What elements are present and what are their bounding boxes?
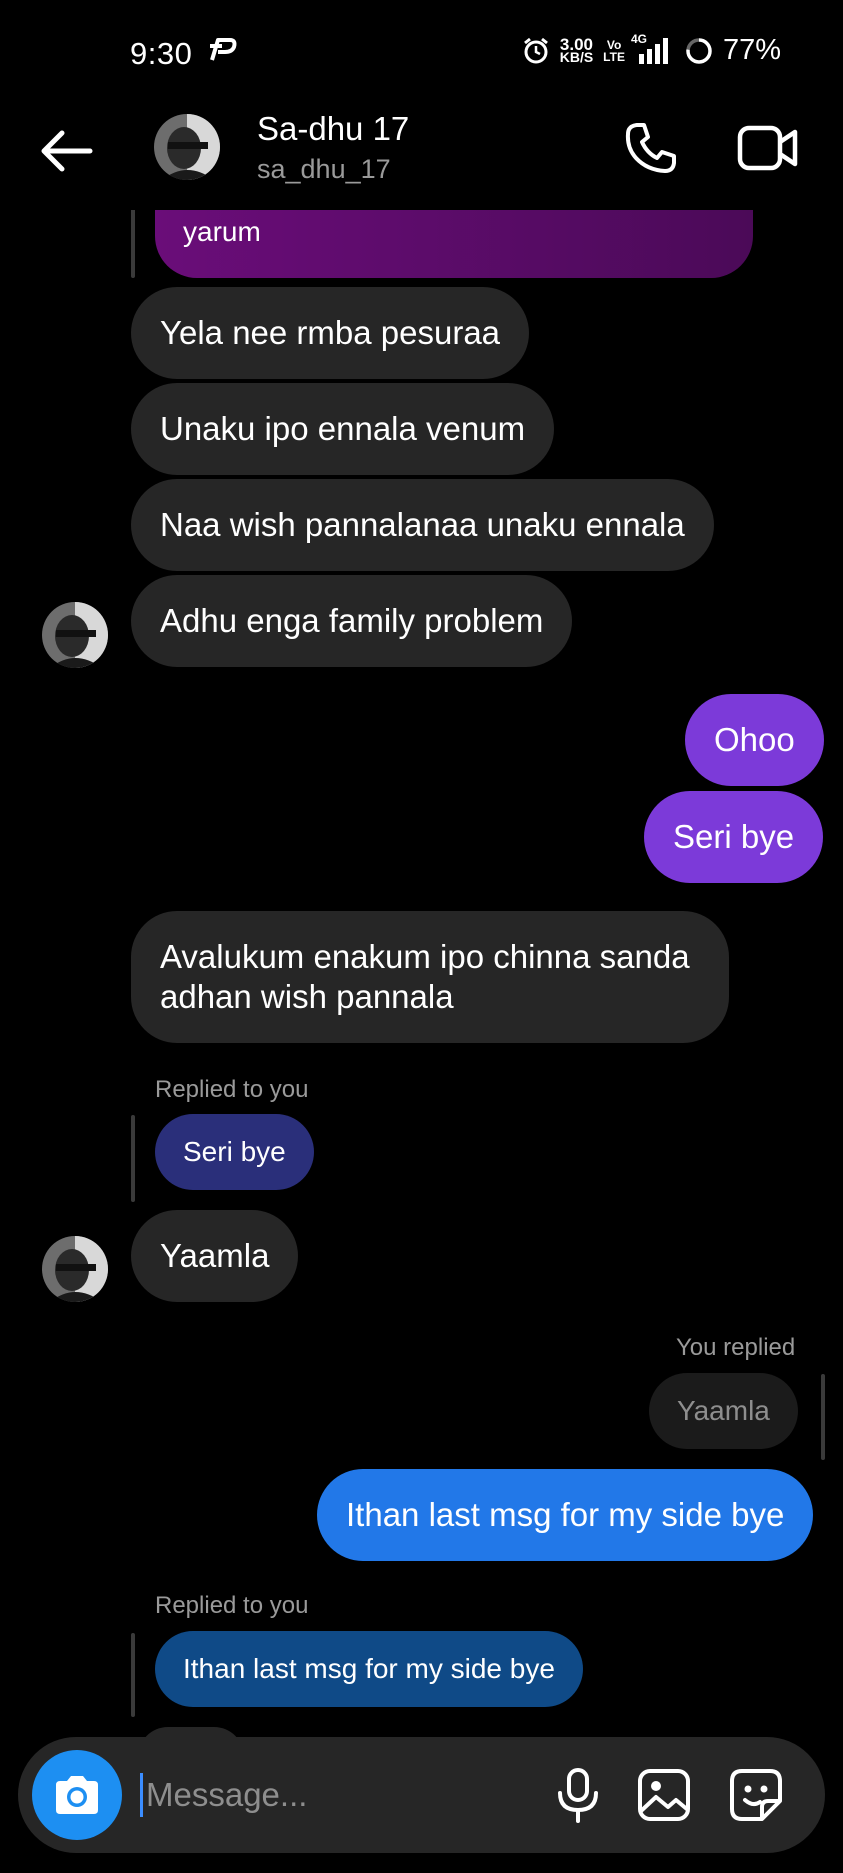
volte-indicator: Vo LTE bbox=[603, 37, 625, 64]
alarm-icon bbox=[523, 37, 548, 63]
microphone-icon[interactable] bbox=[548, 1765, 608, 1825]
status-bar: 9:30 3.00 KB/S Vo LTE 4G 77% bbox=[0, 0, 843, 100]
message-input[interactable] bbox=[146, 1765, 526, 1825]
battery-percent: 77% bbox=[722, 34, 781, 66]
message-line: Avalukum enakum ipo chinna sanda bbox=[160, 938, 690, 975]
camera-icon bbox=[56, 1776, 98, 1814]
quoted-message[interactable]: Ithan last msg for my side bye bbox=[155, 1631, 583, 1707]
sender-avatar[interactable] bbox=[42, 1236, 108, 1302]
reply-context-label: Replied to you bbox=[155, 1076, 309, 1103]
network-type: 4G bbox=[630, 31, 647, 46]
sent-message[interactable]: Ithan last msg for my side bye bbox=[317, 1469, 814, 1561]
quoted-message[interactable]: Seri bye bbox=[155, 1114, 314, 1190]
phone-call-icon[interactable] bbox=[623, 120, 679, 176]
reply-indicator-bar bbox=[821, 1374, 825, 1460]
sent-message[interactable]: Ohoo bbox=[685, 694, 824, 786]
message-line: adhan wish pannala bbox=[160, 978, 454, 1015]
chat-screen: 9:30 3.00 KB/S Vo LTE 4G 77% Sa-dhu 17 s… bbox=[0, 0, 843, 1873]
received-message[interactable]: Naa wish pannalanaa unaku ennala bbox=[131, 479, 714, 571]
contact-name[interactable]: Sa-dhu 17 bbox=[257, 110, 409, 148]
quoted-message[interactable]: Yaamla bbox=[649, 1373, 798, 1449]
reply-indicator-bar bbox=[131, 1633, 135, 1717]
video-call-icon[interactable] bbox=[737, 122, 799, 174]
reply-indicator-bar bbox=[131, 200, 135, 278]
avatar-photo-icon bbox=[154, 114, 220, 180]
message-composer bbox=[18, 1737, 825, 1853]
reply-context-label: Replied to you bbox=[155, 1592, 309, 1619]
sticker-icon[interactable] bbox=[726, 1765, 786, 1825]
contact-username[interactable]: sa_dhu_17 bbox=[257, 154, 391, 185]
avatar-photo-icon bbox=[42, 1236, 108, 1302]
received-message[interactable]: Avalukum enakum ipo chinna sanda adhan w… bbox=[131, 911, 729, 1043]
received-message[interactable]: Yaamla bbox=[131, 1210, 299, 1302]
status-time: 9:30 bbox=[130, 36, 193, 71]
received-message[interactable]: Adhu enga family problem bbox=[131, 575, 573, 667]
status-icons: 3.00 KB/S Vo LTE 4G 77% bbox=[522, 32, 781, 67]
sent-message[interactable]: Seri bye bbox=[644, 791, 824, 883]
chat-header: Sa-dhu 17 sa_dhu_17 bbox=[0, 100, 843, 210]
back-arrow-icon[interactable] bbox=[36, 126, 96, 176]
paytm-notification-icon bbox=[210, 38, 237, 61]
signal-strength: 4G bbox=[631, 32, 675, 66]
camera-button[interactable] bbox=[32, 1750, 122, 1840]
text-cursor bbox=[140, 1773, 143, 1817]
received-message[interactable]: Unaku ipo ennala venum bbox=[131, 383, 555, 475]
contact-avatar[interactable] bbox=[154, 114, 220, 180]
network-speed: 3.00 KB/S bbox=[559, 34, 594, 65]
sender-avatar[interactable] bbox=[42, 602, 108, 668]
reply-indicator-bar bbox=[131, 1115, 135, 1202]
received-message[interactable]: Yela nee rmba pesuraa bbox=[131, 287, 530, 379]
battery-ring-icon bbox=[686, 37, 712, 64]
reply-context-label: You replied bbox=[676, 1334, 796, 1361]
avatar-photo-icon bbox=[42, 602, 108, 668]
gallery-image-icon[interactable] bbox=[634, 1765, 694, 1825]
